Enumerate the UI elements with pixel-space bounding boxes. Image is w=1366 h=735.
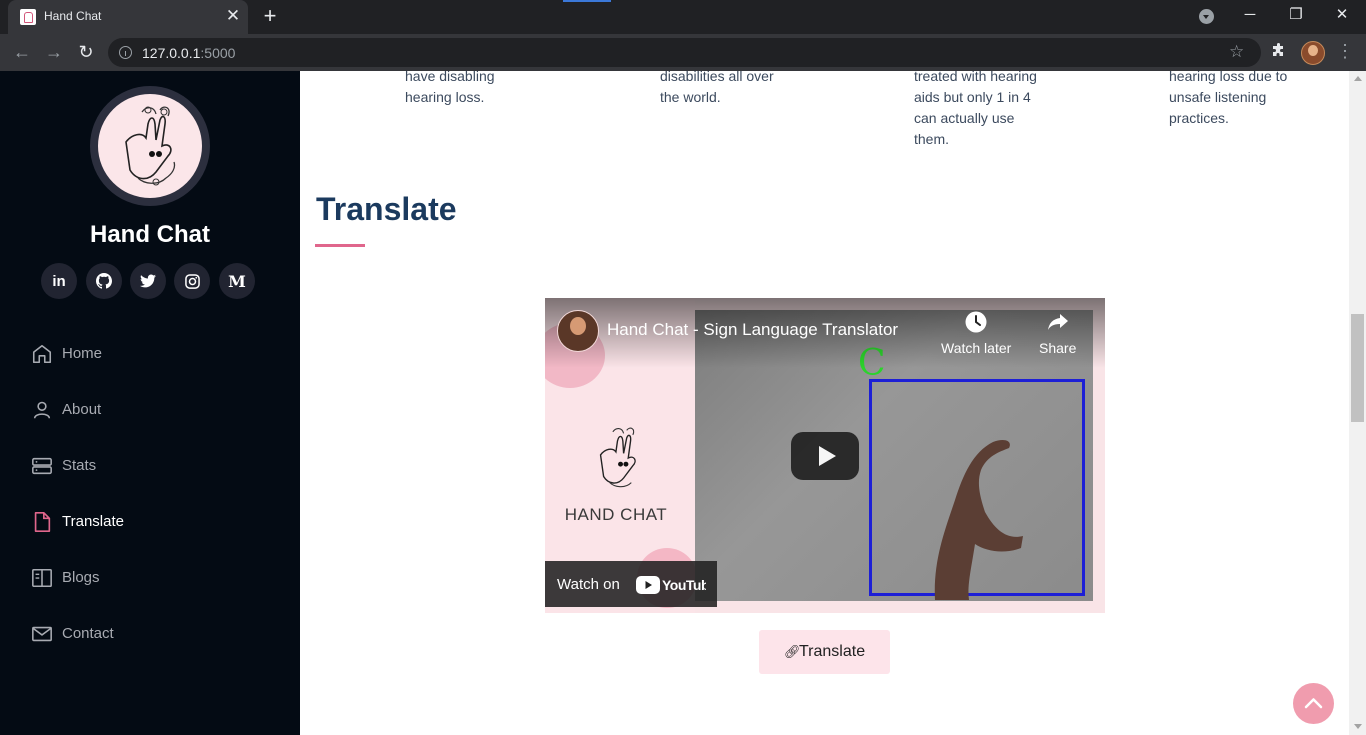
- page-scrollbar[interactable]: [1349, 71, 1366, 735]
- sidebar: Hand Chat in M Home About Stats Translat…: [0, 71, 300, 735]
- stat-text-1: have disabling hearing loss.: [405, 71, 495, 105]
- stat-text-4: hearing loss due to unsafe listening pra…: [1169, 71, 1288, 126]
- url-host: 127.0.0.1: [142, 45, 201, 61]
- nav-item-stats[interactable]: Stats: [31, 453, 271, 481]
- instagram-icon[interactable]: [174, 263, 210, 299]
- clock-icon: [965, 311, 987, 333]
- book-icon: [32, 568, 52, 588]
- medium-icon[interactable]: M: [219, 263, 255, 299]
- browser-tabstrip: Hand Chat ✕ + ─ ❐ ✕: [0, 0, 1366, 34]
- stat-text-3: treated with hearing aids but only 1 in …: [914, 71, 1037, 147]
- forward-icon[interactable]: →: [43, 41, 65, 63]
- section-title: Translate: [316, 191, 457, 227]
- top-indicator: [563, 0, 611, 2]
- reload-icon[interactable]: ↻: [75, 41, 97, 63]
- youtube-wordmark: YouTube: [662, 577, 706, 593]
- twitter-glyph: [140, 274, 156, 288]
- video-embed[interactable]: HAND CHAT C Hand Chat - Sign Language Tr…: [545, 298, 1105, 613]
- watch-later-button[interactable]: Watch later: [941, 310, 1011, 356]
- nav-label-home: Home: [62, 345, 103, 362]
- logo-image: [98, 94, 202, 198]
- twitter-icon[interactable]: [130, 263, 166, 299]
- minimize-button[interactable]: ─: [1239, 5, 1261, 25]
- home-icon: [32, 344, 52, 364]
- person-icon: [33, 401, 51, 419]
- sidebar-brand-name: Hand Chat: [90, 221, 210, 248]
- watch-on-label: Watch on: [557, 576, 620, 593]
- tab-title: Hand Chat: [44, 9, 102, 23]
- hand-sign-image: [934, 440, 1023, 600]
- nav-label-blogs: Blogs: [62, 569, 100, 586]
- nav-item-translate[interactable]: Translate: [31, 509, 271, 537]
- site-info-icon[interactable]: [119, 46, 132, 59]
- server-icon: [32, 457, 52, 475]
- watch-on-youtube-button[interactable]: Watch on YouTube: [545, 561, 717, 607]
- envelope-icon: [32, 626, 52, 642]
- nav-item-contact[interactable]: Contact: [31, 621, 271, 649]
- hand-logo-icon: [599, 427, 636, 488]
- document-icon: [34, 512, 51, 532]
- favicon-icon: [20, 9, 36, 25]
- back-icon[interactable]: ←: [11, 41, 33, 63]
- translate-button-label: Translate: [799, 643, 866, 660]
- share-icon: [1047, 314, 1068, 330]
- medium-label: M: [228, 271, 246, 291]
- nav-label-about: About: [62, 401, 102, 418]
- video-title[interactable]: Hand Chat - Sign Language Translator: [607, 320, 898, 340]
- github-icon[interactable]: [86, 263, 122, 299]
- nav-item-home[interactable]: Home: [31, 341, 271, 369]
- hand-logo-icon: [125, 106, 176, 186]
- scrollbar-thumb[interactable]: [1351, 314, 1364, 422]
- new-tab-button[interactable]: +: [259, 4, 281, 28]
- url-text: 127.0.0.1:5000: [142, 45, 235, 61]
- close-window-button[interactable]: ✕: [1331, 5, 1353, 25]
- title-underline: [315, 244, 365, 247]
- browser-toolbar: ← → ↻ 127.0.0.1:5000 ☆ ⋮: [0, 34, 1366, 71]
- channel-avatar[interactable]: [557, 310, 599, 352]
- video-brand-caption: HAND CHAT: [564, 505, 668, 524]
- youtube-logo-icon: YouTube: [636, 576, 706, 594]
- watch-later-label: Watch later: [941, 340, 1012, 356]
- url-port: :5000: [200, 45, 236, 61]
- profile-avatar[interactable]: [1301, 41, 1325, 65]
- share-button[interactable]: Share: [1039, 310, 1076, 356]
- tab-search-icon[interactable]: [1199, 9, 1214, 24]
- share-label: Share: [1039, 340, 1077, 356]
- browser-tab[interactable]: Hand Chat ✕: [8, 0, 248, 34]
- tab-close-icon[interactable]: ✕: [224, 6, 242, 26]
- back-to-top-button[interactable]: [1293, 683, 1334, 724]
- browser-menu-icon[interactable]: ⋮: [1336, 40, 1354, 62]
- chevron-up-icon: [1304, 698, 1323, 709]
- restore-button[interactable]: ❐: [1285, 5, 1307, 25]
- address-bar[interactable]: 127.0.0.1:5000 ☆: [108, 38, 1261, 67]
- logo: [90, 86, 210, 206]
- nav-label-translate: Translate: [62, 513, 124, 530]
- linkedin-label: in: [52, 272, 66, 290]
- linkedin-icon[interactable]: in: [41, 263, 77, 299]
- scroll-down-arrow-icon[interactable]: [1354, 724, 1362, 729]
- nav-item-about[interactable]: About: [31, 397, 271, 425]
- scroll-up-arrow-icon[interactable]: [1354, 76, 1362, 81]
- extensions-icon[interactable]: [1271, 43, 1287, 59]
- github-glyph: [96, 273, 112, 289]
- stat-text-2: disabilities all over the world.: [660, 71, 774, 105]
- play-button[interactable]: [791, 432, 859, 480]
- instagram-glyph: [184, 273, 200, 289]
- main-content: have disabling hearing loss. disabilitie…: [300, 71, 1349, 735]
- translate-button[interactable]: 🔗︎ Translate: [759, 630, 890, 674]
- nav-item-blogs[interactable]: Blogs: [31, 565, 271, 593]
- bookmark-star-icon[interactable]: ☆: [1229, 41, 1244, 63]
- nav-label-contact: Contact: [62, 625, 114, 642]
- nav-label-stats: Stats: [62, 457, 97, 474]
